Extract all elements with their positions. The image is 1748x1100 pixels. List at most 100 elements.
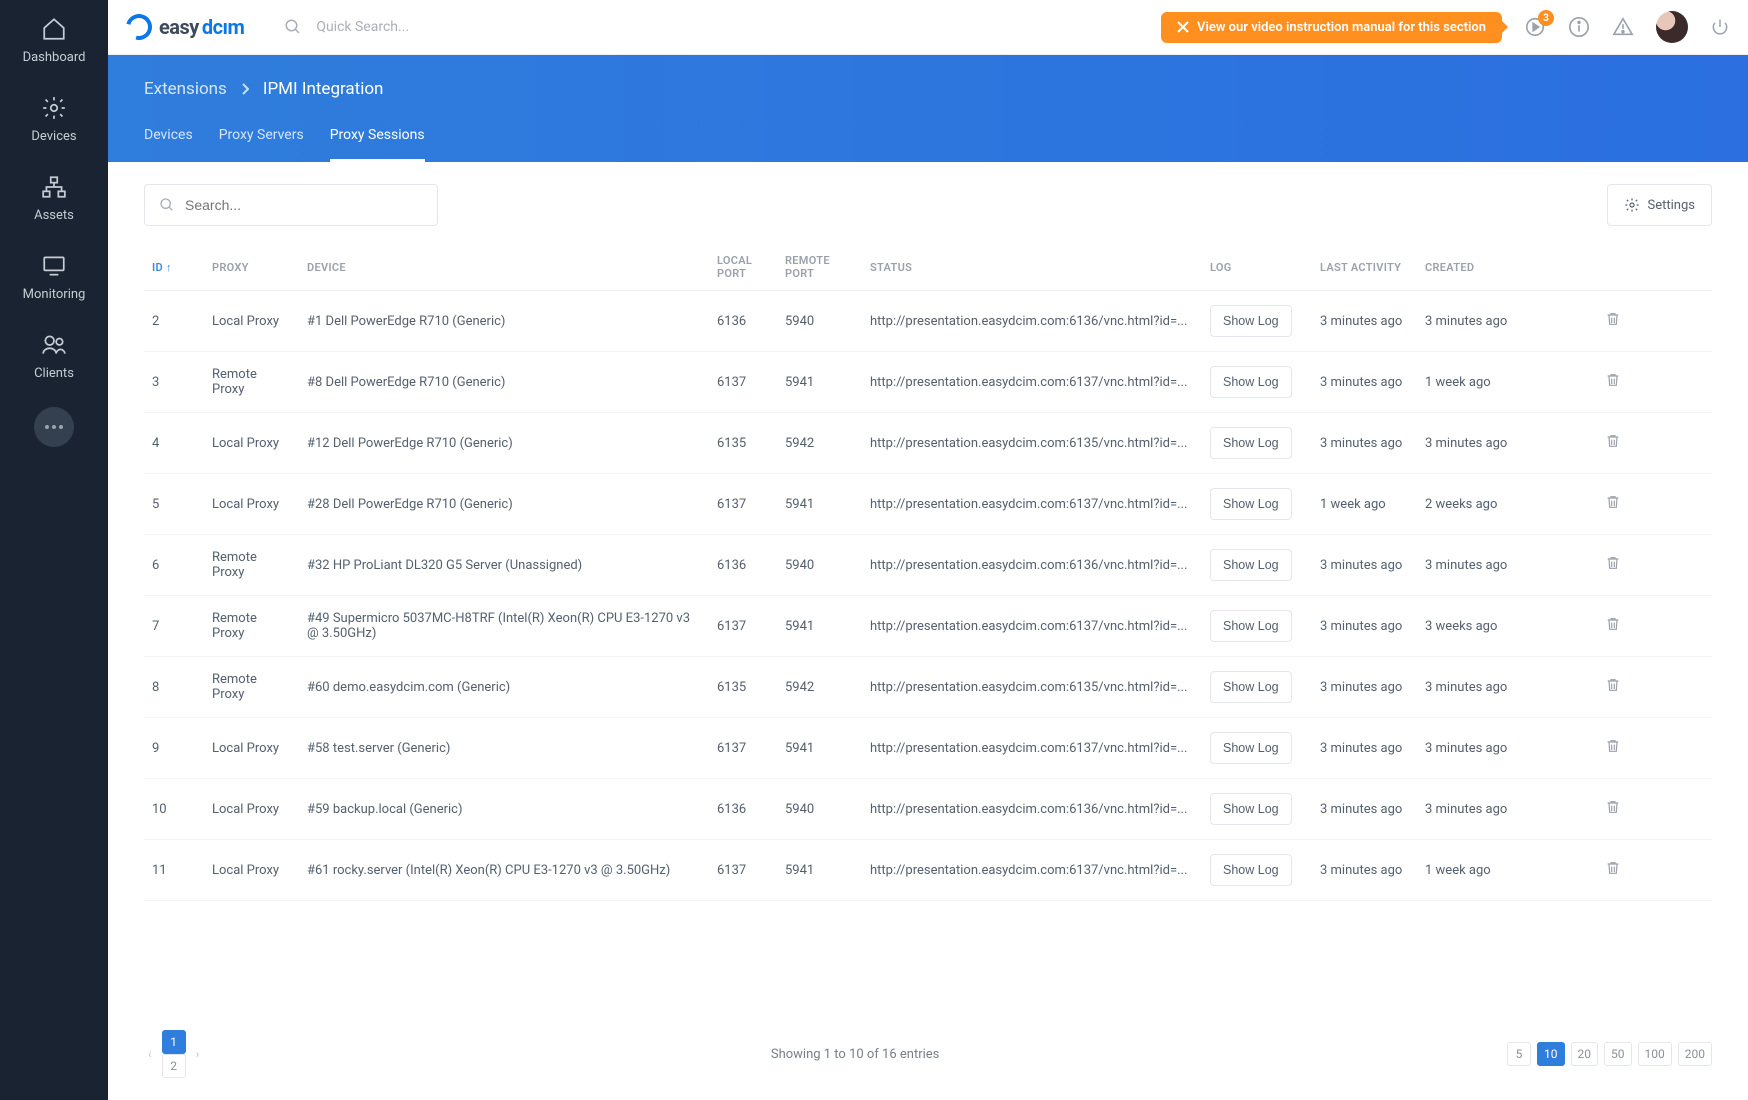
col-id[interactable]: ID ↑ — [144, 244, 204, 291]
tab-proxy-sessions[interactable]: Proxy Sessions — [330, 127, 425, 162]
close-icon[interactable] — [1177, 21, 1189, 33]
table-search[interactable] — [144, 184, 438, 226]
search-input[interactable] — [185, 197, 423, 213]
pagesize-200[interactable]: 200 — [1678, 1042, 1712, 1066]
col-device[interactable]: DEVICE — [299, 244, 709, 291]
more-button[interactable] — [34, 407, 74, 447]
trash-icon — [1605, 371, 1621, 389]
pagesize-10[interactable]: 10 — [1537, 1042, 1565, 1066]
page-2[interactable]: 2 — [162, 1054, 186, 1078]
table-row: 7Remote Proxy#49 Supermicro 5037MC-H8TRF… — [144, 596, 1712, 657]
table-row: 5Local Proxy#28 Dell PowerEdge R710 (Gen… — [144, 474, 1712, 535]
gear-icon — [41, 95, 67, 121]
topbar: easydcım Quick Search... View our video … — [108, 0, 1748, 55]
tab-proxy-servers[interactable]: Proxy Servers — [219, 127, 304, 162]
logo-icon — [121, 9, 157, 45]
sidebar-item-dashboard[interactable]: Dashboard — [0, 0, 108, 79]
table-row: 10Local Proxy#59 backup.local (Generic)6… — [144, 779, 1712, 840]
delete-button[interactable] — [1597, 352, 1712, 413]
show-log-button[interactable]: Show Log — [1210, 671, 1292, 703]
pagesize-50[interactable]: 50 — [1604, 1042, 1632, 1066]
tabs: Devices Proxy Servers Proxy Sessions — [144, 127, 1712, 162]
pagination: ‹ 12 › — [144, 1030, 203, 1078]
home-icon — [41, 16, 67, 42]
show-log-button[interactable]: Show Log — [1210, 549, 1292, 581]
sidebar-item-label: Dashboard — [23, 50, 86, 65]
trash-icon — [1605, 859, 1621, 877]
delete-button[interactable] — [1597, 718, 1712, 779]
trash-icon — [1605, 676, 1621, 694]
col-localport[interactable]: LOCAL PORT — [709, 244, 777, 291]
page-1[interactable]: 1 — [162, 1030, 186, 1054]
power-button[interactable] — [1710, 17, 1730, 37]
table-row: 3Remote Proxy#8 Dell PowerEdge R710 (Gen… — [144, 352, 1712, 413]
delete-button[interactable] — [1597, 535, 1712, 596]
breadcrumb-root[interactable]: Extensions — [144, 79, 227, 99]
table-row: 11Local Proxy#61 rocky.server (Intel(R) … — [144, 840, 1712, 901]
info-button[interactable] — [1568, 16, 1590, 38]
delete-button[interactable] — [1597, 779, 1712, 840]
show-log-button[interactable]: Show Log — [1210, 610, 1292, 642]
gear-icon — [1624, 197, 1640, 213]
sidebar-item-monitoring[interactable]: Monitoring — [0, 237, 108, 316]
sidebar-item-label: Devices — [31, 129, 76, 144]
trash-icon — [1605, 737, 1621, 755]
pagesize-20[interactable]: 20 — [1571, 1042, 1599, 1066]
pagesize-100[interactable]: 100 — [1638, 1042, 1672, 1066]
table-row: 6Remote Proxy#32 HP ProLiant DL320 G5 Se… — [144, 535, 1712, 596]
table-row: 4Local Proxy#12 Dell PowerEdge R710 (Gen… — [144, 413, 1712, 474]
trash-icon — [1605, 798, 1621, 816]
delete-button[interactable] — [1597, 474, 1712, 535]
pagesize-5[interactable]: 5 — [1507, 1042, 1531, 1066]
quick-search[interactable]: Quick Search... — [284, 18, 1161, 36]
col-created[interactable]: CREATED — [1417, 244, 1597, 291]
table-row: 9Local Proxy#58 test.server (Generic)613… — [144, 718, 1712, 779]
col-lastactivity[interactable]: LAST ACTIVITY — [1312, 244, 1417, 291]
col-proxy[interactable]: PROXY — [204, 244, 299, 291]
sidebar: Dashboard Devices Assets MonitoringClients — [0, 0, 108, 1100]
avatar[interactable] — [1656, 11, 1688, 43]
delete-button[interactable] — [1597, 413, 1712, 474]
sessions-table: ID ↑ PROXY DEVICE LOCAL PORT REMOTE PORT… — [144, 244, 1712, 901]
promo-banner[interactable]: View our video instruction manual for th… — [1161, 12, 1502, 43]
page-prev[interactable]: ‹ — [144, 1047, 156, 1061]
col-status[interactable]: STATUS — [862, 244, 1202, 291]
delete-button[interactable] — [1597, 657, 1712, 718]
users-icon — [41, 332, 67, 358]
show-log-button[interactable]: Show Log — [1210, 427, 1292, 459]
table-row: 8Remote Proxy#60 demo.easydcim.com (Gene… — [144, 657, 1712, 718]
alert-button[interactable] — [1612, 16, 1634, 38]
sidebar-item-assets[interactable]: Assets — [0, 158, 108, 237]
sidebar-item-clients[interactable]: Clients — [0, 316, 108, 395]
notifications-button[interactable]: 3 — [1524, 16, 1546, 38]
show-log-button[interactable]: Show Log — [1210, 366, 1292, 398]
page-title: IPMI Integration — [263, 79, 384, 99]
page-size: 5102050100200 — [1507, 1042, 1712, 1066]
quick-search-placeholder: Quick Search... — [316, 19, 409, 35]
trash-icon — [1605, 310, 1621, 328]
settings-button[interactable]: Settings — [1607, 184, 1712, 226]
delete-button[interactable] — [1597, 596, 1712, 657]
show-log-button[interactable]: Show Log — [1210, 793, 1292, 825]
show-log-button[interactable]: Show Log — [1210, 305, 1292, 337]
show-log-button[interactable]: Show Log — [1210, 854, 1292, 886]
col-log[interactable]: LOG — [1202, 244, 1312, 291]
search-icon — [284, 18, 302, 36]
trash-icon — [1605, 615, 1621, 633]
sidebar-item-devices[interactable]: Devices — [0, 79, 108, 158]
tree-icon — [41, 174, 67, 200]
show-log-button[interactable]: Show Log — [1210, 732, 1292, 764]
show-log-button[interactable]: Show Log — [1210, 488, 1292, 520]
delete-button[interactable] — [1597, 840, 1712, 901]
delete-button[interactable] — [1597, 291, 1712, 352]
sidebar-item-label: Assets — [34, 208, 74, 223]
trash-icon — [1605, 432, 1621, 450]
pagination-summary: Showing 1 to 10 of 16 entries — [771, 1047, 940, 1062]
sort-asc-icon: ↑ — [166, 261, 172, 274]
breadcrumb: Extensions IPMI Integration — [144, 79, 1712, 99]
page-next[interactable]: › — [192, 1047, 204, 1061]
logo[interactable]: easydcım — [126, 14, 244, 40]
tab-devices[interactable]: Devices — [144, 127, 193, 162]
chevron-right-icon — [241, 83, 249, 95]
col-remoteport[interactable]: REMOTE PORT — [777, 244, 862, 291]
